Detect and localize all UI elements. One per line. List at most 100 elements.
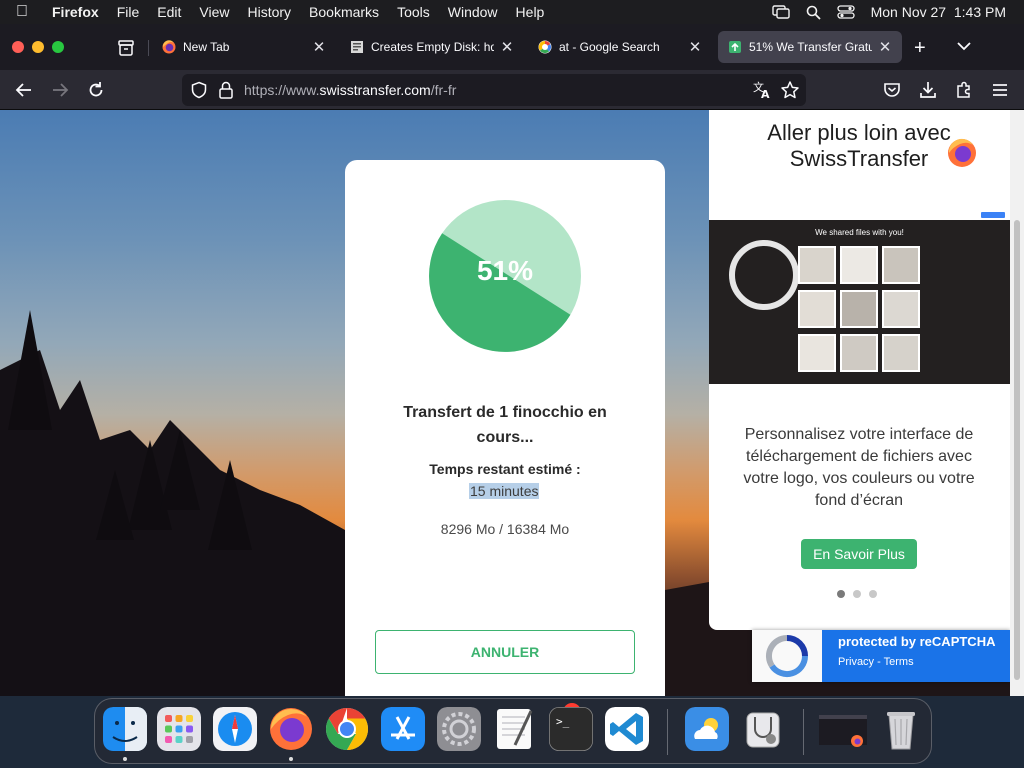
url-text[interactable]: https://www.swisstransfer.com/fr-fr <box>244 82 456 98</box>
tab-title: Creates Empty Disk: hdiu <box>371 40 494 54</box>
promo-panel: Aller plus loin avec SwissTransfer We sh… <box>709 110 1010 630</box>
firefox-view-icon[interactable] <box>116 38 136 58</box>
menu-tools[interactable]: Tools <box>388 4 439 20</box>
disk-utility-icon[interactable] <box>741 707 785 751</box>
svg-text:>_: >_ <box>556 715 570 728</box>
learn-more-button[interactable]: En Savoir Plus <box>801 539 917 569</box>
spotlight-search-icon[interactable] <box>806 5 821 20</box>
swisstransfer-icon <box>729 41 741 53</box>
list-all-tabs-icon[interactable] <box>956 40 972 52</box>
minimize-window-button[interactable] <box>32 41 44 53</box>
macos-dock: 2 >_ <box>94 698 932 764</box>
hamburger-menu-icon[interactable] <box>990 80 1010 100</box>
weather-icon[interactable] <box>685 707 729 751</box>
screen-mirroring-icon[interactable] <box>771 5 790 19</box>
firefox-icon <box>162 40 176 54</box>
safari-icon[interactable] <box>213 707 257 751</box>
page-content: 51% Transfert de 1 finocchio en cours...… <box>0 110 1024 696</box>
carousel-dots <box>837 590 877 598</box>
menu-file[interactable]: File <box>108 4 149 20</box>
coffee-cup-image <box>729 240 799 310</box>
close-tab-icon[interactable]: ✕ <box>688 38 702 56</box>
reload-icon[interactable] <box>86 80 106 100</box>
recaptcha-badge[interactable]: protected by reCAPTCHA Privacy - Terms <box>752 630 1010 682</box>
cancel-button[interactable]: ANNULER <box>375 630 635 674</box>
scrollbar-thumb[interactable] <box>1014 220 1020 680</box>
tab-google-search[interactable]: at - Google Search ✕ <box>528 31 712 63</box>
control-center-icon[interactable] <box>836 5 855 19</box>
svg-text:A: A <box>761 88 770 100</box>
promo-description: Personnalisez votre interface de télécha… <box>743 426 975 509</box>
page-scrollbar[interactable] <box>1010 110 1024 696</box>
url-domain: swisstransfer.com <box>319 82 431 98</box>
launchpad-icon[interactable] <box>157 707 201 751</box>
running-indicator <box>289 757 293 761</box>
lock-icon[interactable] <box>218 81 234 99</box>
url-prefix: https://www. <box>244 82 320 98</box>
menu-window[interactable]: Window <box>439 4 507 20</box>
recaptcha-links[interactable]: Privacy - Terms <box>838 656 914 668</box>
firefox-icon[interactable] <box>269 707 313 751</box>
zoom-window-button[interactable] <box>52 41 64 53</box>
window-controls <box>12 41 64 53</box>
carousel-dot[interactable] <box>853 590 861 598</box>
menu-view[interactable]: View <box>190 4 238 20</box>
terminal-icon[interactable]: >_ <box>549 707 593 751</box>
tab-separator <box>148 40 149 56</box>
running-indicator <box>123 757 127 761</box>
recaptcha-protected-text: protected by reCAPTCHA <box>838 634 996 649</box>
translate-icon[interactable]: 文A <box>752 80 772 100</box>
close-tab-icon[interactable]: ✕ <box>500 38 514 56</box>
transfer-size: 8296 Mo / 16384 Mo <box>440 521 570 537</box>
promo-screenshot: We shared files with you! <box>709 210 1010 384</box>
file-thumbnail <box>840 290 878 328</box>
url-bar[interactable]: https://www.swisstransfer.com/fr-fr 文A <box>182 74 806 106</box>
menu-help[interactable]: Help <box>507 4 554 20</box>
pocket-icon[interactable] <box>882 80 902 100</box>
menu-clock[interactable]: Mon Nov 27 1:43 PM <box>871 4 1006 20</box>
bookmark-star-icon[interactable] <box>780 80 800 100</box>
carousel-dot[interactable] <box>869 590 877 598</box>
file-thumbnail-grid <box>798 246 922 372</box>
downloads-icon[interactable] <box>918 80 938 100</box>
carousel-dot[interactable] <box>837 590 845 598</box>
transfer-title: Transfert de 1 finocchio en cours... <box>403 404 607 446</box>
tab-creates-empty-disk[interactable]: Creates Empty Disk: hdiu ✕ <box>340 31 524 63</box>
firefox-window-icon[interactable] <box>817 707 869 751</box>
chrome-icon[interactable] <box>325 707 369 751</box>
time-remaining-value: 15 minutes <box>469 483 540 499</box>
file-thumbnail <box>840 246 878 284</box>
menu-app-firefox[interactable]: Firefox <box>44 4 108 20</box>
close-tab-icon[interactable]: ✕ <box>312 38 326 56</box>
tab-strip: New Tab ✕ Creates Empty Disk: hdiu ✕ at … <box>0 24 1024 70</box>
tab-swisstransfer[interactable]: 51% We Transfer Gratuit ✕ <box>718 31 902 63</box>
menu-bookmarks[interactable]: Bookmarks <box>300 4 388 20</box>
extensions-icon[interactable] <box>954 80 974 100</box>
apple-menu-icon[interactable]:  <box>0 3 44 21</box>
back-icon[interactable] <box>14 80 34 100</box>
menu-edit[interactable]: Edit <box>148 4 190 20</box>
recaptcha-logo-icon <box>765 634 809 678</box>
recaptcha-info: protected by reCAPTCHA Privacy - Terms <box>822 630 1010 682</box>
file-thumbnail <box>798 290 836 328</box>
google-icon <box>538 40 552 54</box>
progress-percent-label: 51% <box>476 255 534 286</box>
file-thumbnail <box>882 290 920 328</box>
menu-history[interactable]: History <box>238 4 300 20</box>
file-thumbnail <box>798 246 836 284</box>
macos-menu-bar:  Firefox File Edit View History Bookmar… <box>0 0 1024 24</box>
textedit-icon[interactable] <box>493 707 537 751</box>
close-tab-icon[interactable]: ✕ <box>878 38 892 56</box>
vscode-icon[interactable] <box>605 707 649 751</box>
close-window-button[interactable] <box>12 41 24 53</box>
file-thumbnail <box>798 334 836 372</box>
new-tab-button[interactable]: + <box>914 37 926 60</box>
app-store-icon[interactable] <box>381 707 425 751</box>
mockup-caption: We shared files with you! <box>815 228 904 237</box>
tab-new-tab[interactable]: New Tab ✕ <box>152 31 336 63</box>
tracking-protection-shield-icon[interactable] <box>190 81 208 99</box>
system-settings-icon[interactable] <box>437 707 481 751</box>
trash-icon[interactable] <box>879 707 923 751</box>
finder-icon[interactable] <box>103 707 147 751</box>
forward-icon[interactable] <box>50 80 70 100</box>
